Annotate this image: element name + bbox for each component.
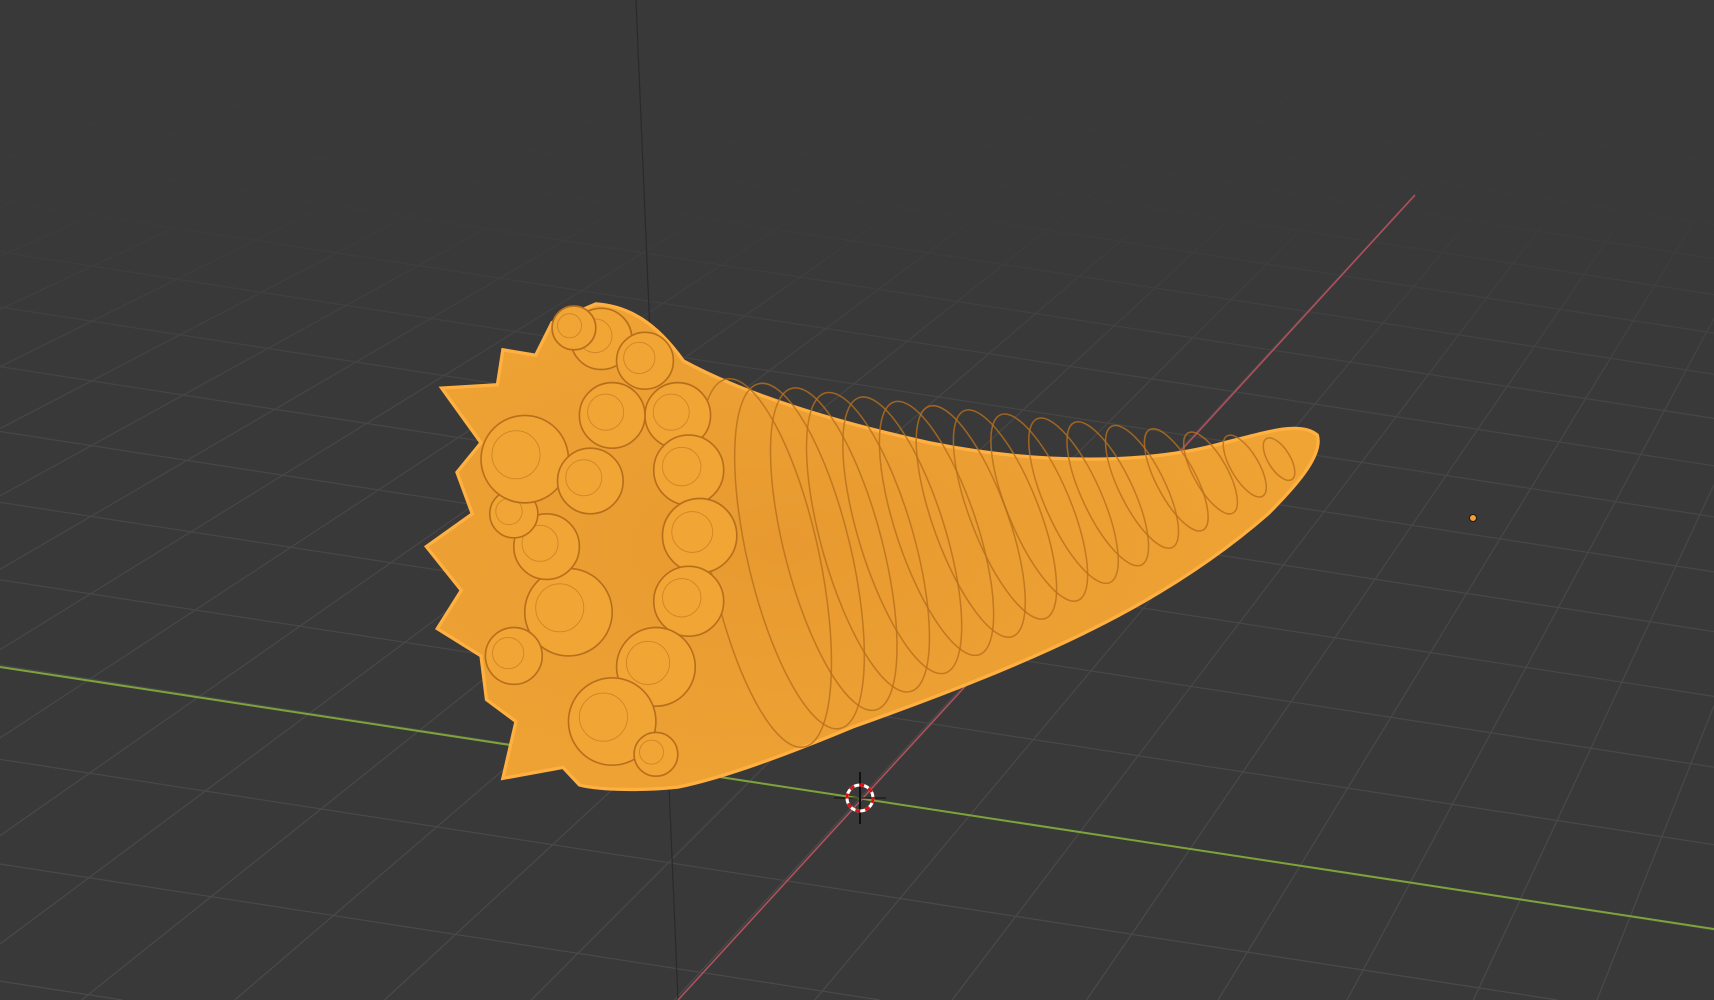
3d-viewport[interactable]: [0, 0, 1714, 1000]
fruit: [652, 434, 725, 506]
fruit: [578, 381, 646, 450]
fruit: [480, 414, 570, 504]
fruit: [633, 731, 679, 777]
light-object-icon[interactable]: [1469, 514, 1477, 522]
fruit: [615, 331, 675, 390]
fruit: [484, 626, 544, 686]
viewport-canvas[interactable]: [0, 0, 1714, 1000]
fruit: [556, 447, 624, 515]
fruit: [551, 305, 597, 351]
fruit: [652, 565, 725, 638]
fruit: [661, 497, 738, 574]
